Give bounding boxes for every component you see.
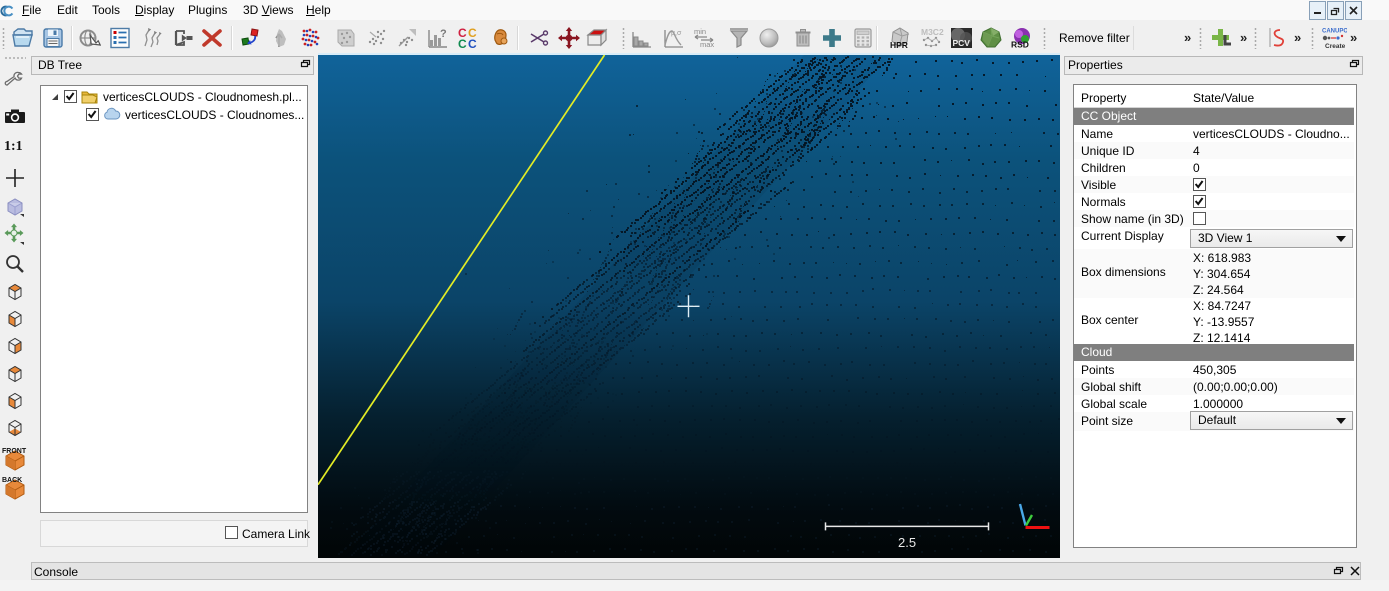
svg-text:min: min xyxy=(694,27,706,36)
svg-text:FRONT: FRONT xyxy=(2,448,27,455)
svg-text:Create: Create xyxy=(1325,43,1346,50)
svg-text:BACK: BACK xyxy=(2,477,22,484)
svg-text:2.5: 2.5 xyxy=(898,535,916,550)
svg-text:1:1: 1:1 xyxy=(4,139,23,154)
svg-text:max: max xyxy=(700,40,714,49)
svg-text:PCV: PCV xyxy=(953,38,971,48)
svg-text:CANUPO: CANUPO xyxy=(1322,29,1347,35)
svg-text:M3C2: M3C2 xyxy=(921,27,944,37)
svg-text:RSD: RSD xyxy=(1011,40,1029,50)
svg-text:C: C xyxy=(468,37,477,50)
svg-text:HPR: HPR xyxy=(890,40,908,50)
svg-text:μ,σ: μ,σ xyxy=(671,30,682,37)
svg-text:C: C xyxy=(458,37,467,50)
svg-text:?: ? xyxy=(440,28,447,40)
